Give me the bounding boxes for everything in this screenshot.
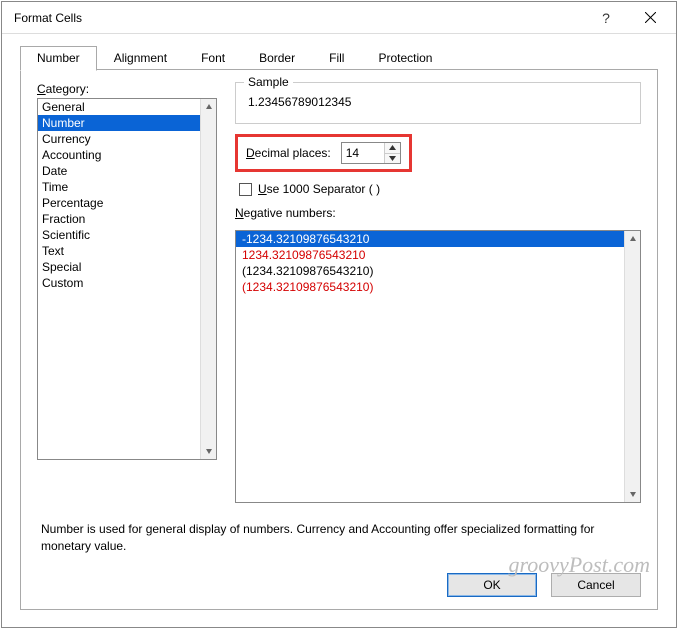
category-column: Category: General Number Currency Accoun… <box>37 82 217 503</box>
negative-item-1[interactable]: 1234.32109876543210 <box>236 247 624 263</box>
format-cells-dialog: Format Cells ? Number Alignment Font Bor… <box>1 1 677 628</box>
category-item-special[interactable]: Special <box>38 259 200 275</box>
button-row: OK Cancel <box>37 563 641 597</box>
category-item-text[interactable]: Text <box>38 243 200 259</box>
cancel-button[interactable]: Cancel <box>551 573 641 597</box>
category-item-accounting[interactable]: Accounting <box>38 147 200 163</box>
negative-numbers-listbox[interactable]: -1234.32109876543210 1234.32109876543210… <box>235 230 641 503</box>
window-title: Format Cells <box>14 11 584 25</box>
description-text: Number is used for general display of nu… <box>37 511 641 555</box>
tab-strip: Number Alignment Font Border Fill Protec… <box>20 46 658 70</box>
category-item-number[interactable]: Number <box>38 115 200 131</box>
decimal-places-input[interactable] <box>342 143 384 163</box>
thousands-separator-checkbox[interactable] <box>239 183 252 196</box>
sample-fieldset: Sample 1.23456789012345 <box>235 82 641 124</box>
category-item-currency[interactable]: Currency <box>38 131 200 147</box>
negative-numbers-label: Negative numbers: <box>235 206 641 220</box>
category-item-percentage[interactable]: Percentage <box>38 195 200 211</box>
titlebar: Format Cells ? <box>2 2 676 34</box>
sample-legend: Sample <box>244 75 293 89</box>
tab-number[interactable]: Number <box>20 46 97 71</box>
spinner-up-button[interactable] <box>385 143 400 154</box>
negative-item-0[interactable]: -1234.32109876543210 <box>236 231 624 247</box>
category-listbox[interactable]: General Number Currency Accounting Date … <box>37 98 217 460</box>
category-item-time[interactable]: Time <box>38 179 200 195</box>
decimal-places-spinner[interactable] <box>341 142 401 164</box>
client-area: Number Alignment Font Border Fill Protec… <box>2 34 676 627</box>
help-button[interactable]: ? <box>584 3 628 33</box>
category-item-general[interactable]: General <box>38 99 200 115</box>
panel-body: Category: General Number Currency Accoun… <box>37 82 641 503</box>
decimal-places-label: Decimal places: <box>246 146 331 160</box>
settings-column: Sample 1.23456789012345 Decimal places: <box>235 82 641 503</box>
neg-scroll-down-icon[interactable] <box>625 486 640 502</box>
negative-item-2[interactable]: (1234.32109876543210) <box>236 263 624 279</box>
decimal-places-row: Decimal places: <box>235 134 412 172</box>
close-button[interactable] <box>628 3 672 33</box>
scroll-up-icon[interactable] <box>201 99 216 115</box>
tab-alignment[interactable]: Alignment <box>97 46 184 70</box>
tab-protection[interactable]: Protection <box>361 46 449 70</box>
thousands-separator-row[interactable]: Use 1000 Separator ( ) <box>239 182 641 196</box>
category-item-date[interactable]: Date <box>38 163 200 179</box>
negative-scrollbar[interactable] <box>624 231 640 502</box>
tab-fill[interactable]: Fill <box>312 46 361 70</box>
category-label: Category: <box>37 82 217 96</box>
neg-scroll-up-icon[interactable] <box>625 231 640 247</box>
ok-button[interactable]: OK <box>447 573 537 597</box>
category-item-fraction[interactable]: Fraction <box>38 211 200 227</box>
spinner-down-button[interactable] <box>385 154 400 164</box>
tab-border[interactable]: Border <box>242 46 312 70</box>
scroll-track[interactable] <box>201 115 216 443</box>
category-item-custom[interactable]: Custom <box>38 275 200 291</box>
tab-font[interactable]: Font <box>184 46 242 70</box>
tab-panel-number: Category: General Number Currency Accoun… <box>20 69 658 610</box>
neg-scroll-track[interactable] <box>625 247 640 486</box>
negative-item-3[interactable]: (1234.32109876543210) <box>236 279 624 295</box>
scroll-down-icon[interactable] <box>201 443 216 459</box>
category-item-scientific[interactable]: Scientific <box>38 227 200 243</box>
sample-value: 1.23456789012345 <box>248 93 628 111</box>
thousands-separator-label: Use 1000 Separator ( ) <box>258 182 380 196</box>
category-scrollbar[interactable] <box>200 99 216 459</box>
